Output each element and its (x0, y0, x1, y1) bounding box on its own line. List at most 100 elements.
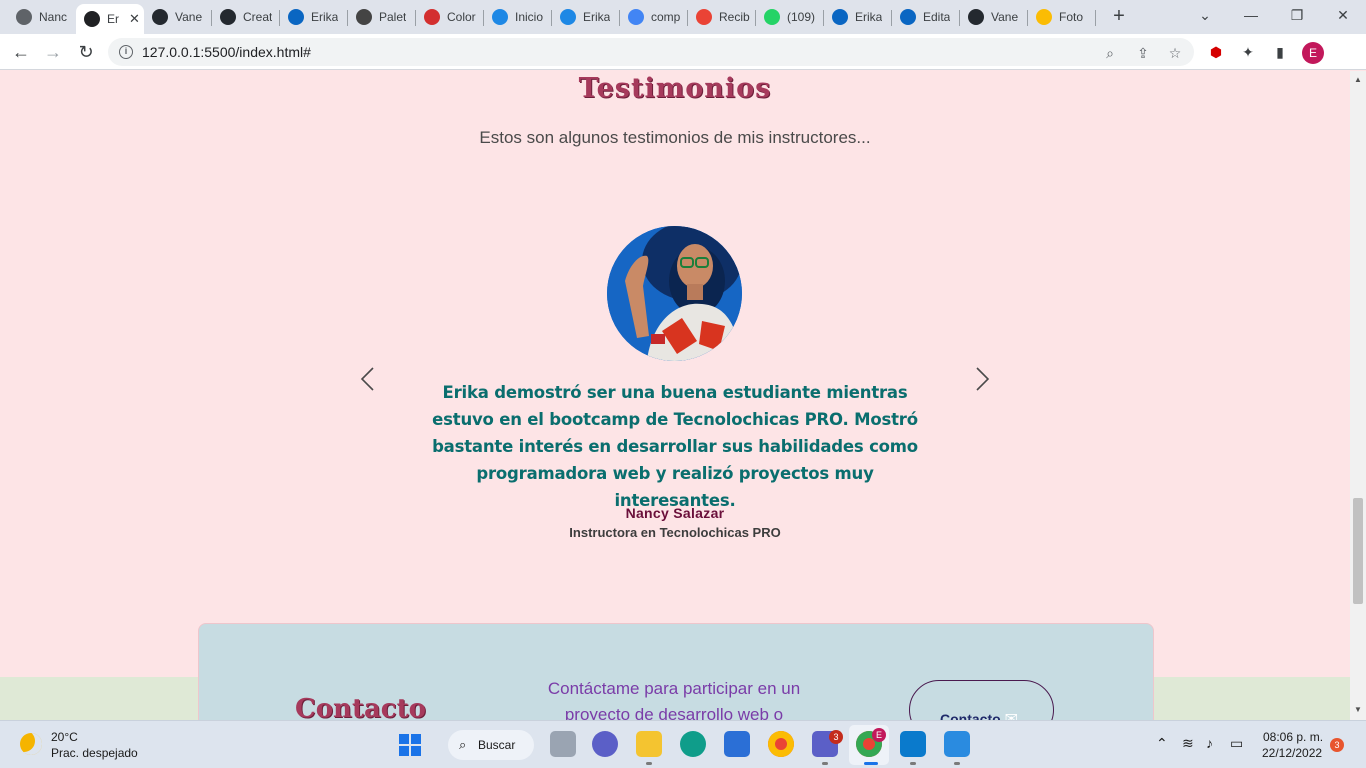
github-icon (968, 9, 984, 25)
carousel-next-arrow-icon[interactable] (968, 366, 994, 392)
browser-tab-title: Foto (1059, 10, 1084, 24)
browser-tab-title: Nanc (39, 10, 68, 24)
zoom-icon[interactable]: ⌕ (1101, 44, 1119, 62)
github-icon (220, 9, 236, 25)
file-explorer-running-indicator (646, 762, 652, 765)
browser-tab-title: Inicio (515, 10, 544, 24)
forward-button[interactable]: → (42, 41, 64, 63)
testimonial-author-role: Instructora en Tecnolochicas PRO (569, 525, 781, 540)
browser-tab[interactable]: Inicio (484, 4, 550, 30)
reload-button[interactable]: ↻ (75, 41, 97, 63)
extensions-puzzle-icon[interactable]: ✦ (1238, 42, 1258, 62)
notification-badge[interactable]: 3 (1330, 738, 1344, 752)
contact-heading: Contacto (295, 694, 426, 720)
instructor-photo (607, 226, 742, 361)
browser-tab[interactable]: Erika (824, 4, 890, 30)
browser-tab[interactable]: Erika (552, 4, 618, 30)
browser-tab[interactable]: comp (620, 4, 686, 30)
photos-icon (1036, 9, 1052, 25)
browser-tab[interactable]: Erika (280, 4, 346, 30)
browser-tab[interactable]: Color (416, 4, 482, 30)
browser-tab[interactable]: Foto (1028, 4, 1094, 30)
browser-tab[interactable]: Edita (892, 4, 958, 30)
browser-tab[interactable]: (109) (756, 4, 822, 30)
teams-running-indicator (822, 762, 828, 765)
browser-tab-title: Color (447, 10, 476, 24)
browser-tab-title: Erika (855, 10, 883, 24)
close-window-button[interactable]: ✕ (1328, 4, 1358, 26)
tab-search-icon[interactable]: ⌄ (1190, 4, 1220, 26)
minimize-button[interactable]: — (1236, 4, 1266, 26)
clock-time[interactable]: 08:06 p. m. (1263, 730, 1323, 744)
browser-tab[interactable]: Vane (960, 4, 1026, 30)
file-explorer-icon[interactable] (636, 731, 662, 757)
browser-tab[interactable]: Nanc (8, 4, 74, 30)
vscode-icon[interactable] (900, 731, 926, 757)
browser-tab[interactable]: Palet (348, 4, 414, 30)
browser-tab-title: Creat (243, 10, 273, 24)
page-scrollbar[interactable]: ▲ ▼ (1350, 71, 1366, 720)
chrome-running-indicator (864, 762, 878, 765)
testimonials-subtitle: Estos son algunos testimonios de mis ins… (479, 128, 871, 147)
browser-tab-title: comp (651, 10, 681, 24)
taskbar-search-button[interactable]: ⌕ Buscar (448, 730, 534, 760)
scrollbar-thumb[interactable] (1353, 498, 1363, 604)
profile-avatar[interactable]: E (1302, 42, 1324, 64)
chat-icon[interactable] (592, 731, 618, 757)
wifi-icon[interactable]: ≋ (1182, 735, 1194, 752)
browser-tab-title: Vane (175, 10, 203, 24)
search-icon: ⌕ (459, 737, 467, 752)
contact-button-label: Contacto (940, 711, 1001, 720)
close-tab-icon[interactable]: ✕ (129, 11, 140, 27)
site-info-icon[interactable]: i (119, 45, 133, 59)
side-panel-icon[interactable]: ▮ (1270, 42, 1290, 62)
weather-temperature[interactable]: 20°C (51, 730, 78, 744)
scroll-down-arrow-icon[interactable]: ▼ (1354, 705, 1362, 714)
task-view-icon[interactable] (550, 731, 576, 757)
testimonial-quote: Erika demostró ser una buena estudiante … (432, 383, 918, 510)
teams-badge: 3 (829, 730, 843, 744)
gmail-icon (696, 9, 712, 25)
windows-taskbar: 20°C Prac. despejado ⌕ Buscar 3 E ⌃ ≋ ♪ ▭… (0, 720, 1366, 768)
new-tab-button[interactable]: + (1108, 5, 1130, 27)
instructor-portrait-icon (607, 226, 742, 361)
whatsapp-icon (764, 9, 780, 25)
contact-description: Contáctame para participar en un proyect… (547, 679, 801, 720)
restore-button[interactable]: ❐ (1282, 4, 1312, 26)
linkedin-icon (288, 9, 304, 25)
clock-date[interactable]: 22/12/2022 (1262, 746, 1322, 760)
weather-description[interactable]: Prac. despejado (51, 746, 138, 760)
browser-tab-title: Palet (379, 10, 407, 24)
canva-icon (492, 9, 508, 25)
weather-moon-icon[interactable] (20, 733, 42, 755)
adblock-extension-icon[interactable]: ⬢ (1206, 42, 1226, 62)
windows-start-icon[interactable] (398, 733, 422, 757)
address-bar[interactable]: i 127.0.0.1:5500/index.html# ⌕ ⇪ ☆ (108, 38, 1194, 66)
browser-tab[interactable]: Er ✕ (76, 4, 144, 34)
photos-app-icon[interactable] (944, 731, 970, 757)
contact-button[interactable]: Contacto ✉ (909, 680, 1054, 720)
browser-tab-title: Vane (991, 10, 1019, 24)
canva-icon (560, 9, 576, 25)
show-hidden-icons-chevron-icon[interactable]: ⌃ (1156, 735, 1168, 752)
carousel-prev-arrow-icon[interactable] (356, 366, 382, 392)
back-button[interactable]: ← (10, 41, 32, 63)
google-icon (628, 9, 644, 25)
volume-icon[interactable]: ♪ (1206, 735, 1213, 751)
edge-browser-icon[interactable] (680, 731, 706, 757)
browser-tab[interactable]: Vane (144, 4, 210, 30)
browser-tab-title: Edita (923, 10, 951, 24)
battery-icon[interactable]: ▭ (1230, 735, 1243, 752)
browser-tab-title: Recib (719, 10, 750, 24)
envelope-icon: ✉ (1004, 711, 1019, 720)
share-icon[interactable]: ⇪ (1134, 44, 1152, 62)
browser-tab-strip: Nanc Er ✕ Vane Creat Erika Palet Color Inicio Eri… (0, 0, 1366, 34)
chrome-icon[interactable] (768, 731, 794, 757)
bookmark-star-icon[interactable]: ☆ (1166, 44, 1184, 62)
scroll-up-arrow-icon[interactable]: ▲ (1354, 75, 1362, 84)
url-text: 127.0.0.1:5500/index.html# (142, 44, 311, 60)
browser-tab[interactable]: Recib (688, 4, 754, 30)
browser-tab[interactable]: Creat (212, 4, 278, 30)
browser-toolbar: ← → ↻ i 127.0.0.1:5500/index.html# ⌕ ⇪ ☆… (0, 34, 1366, 70)
microsoft-store-icon[interactable] (724, 731, 750, 757)
